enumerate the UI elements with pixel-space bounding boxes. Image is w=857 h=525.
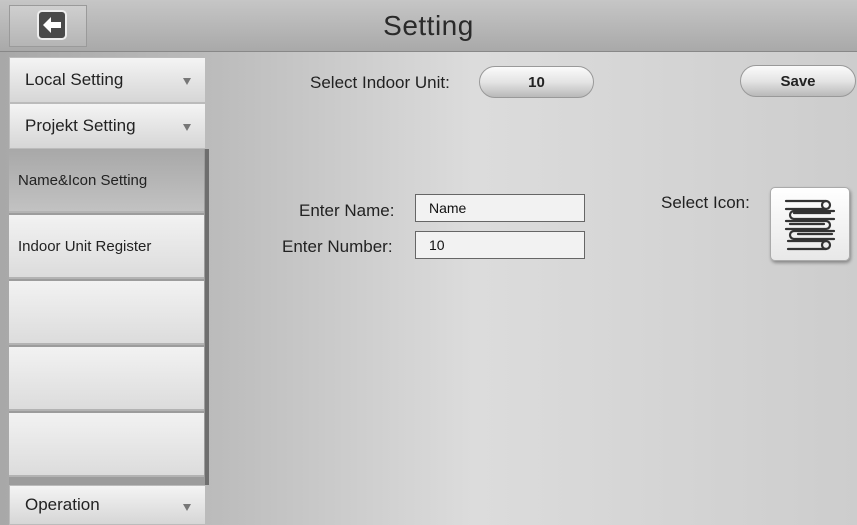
books-stack-icon: [784, 199, 836, 251]
operation-label: Operation: [25, 495, 100, 514]
chevron-down-icon: [183, 78, 191, 85]
number-input[interactable]: 10: [415, 231, 585, 259]
save-button-label: Save: [780, 72, 816, 90]
projekt-setting-label: Projekt Setting: [25, 116, 136, 135]
indoor-unit-selector[interactable]: 10: [479, 66, 594, 98]
back-button[interactable]: [9, 5, 87, 47]
indoor-unit-value: 10: [528, 73, 545, 91]
projekt-setting-dropdown[interactable]: Projekt Setting: [9, 103, 206, 149]
name-input-value: Name: [429, 200, 467, 216]
title-bar: Setting: [0, 0, 857, 52]
projekt-setting-submenu: Name&Icon Setting Indoor Unit Register: [9, 149, 209, 485]
sub-item-empty-1[interactable]: [9, 281, 204, 345]
chevron-down-icon: [183, 504, 191, 511]
save-button[interactable]: Save: [740, 65, 856, 97]
name-input[interactable]: Name: [415, 194, 585, 222]
chevron-down-icon: [183, 124, 191, 131]
enter-name-label: Enter Name:: [299, 201, 395, 220]
local-setting-label: Local Setting: [25, 70, 124, 89]
main-content: Select Indoor Unit: 10 Save Enter Name: …: [218, 52, 857, 525]
number-input-value: 10: [429, 237, 445, 253]
sub-item-empty-2[interactable]: [9, 347, 204, 411]
enter-number-label: Enter Number:: [282, 237, 393, 256]
back-arrow-icon: [37, 10, 67, 40]
operation-dropdown[interactable]: Operation: [9, 485, 206, 525]
sub-item-label: Indoor Unit Register: [18, 237, 152, 255]
page-title: Setting: [383, 9, 474, 41]
select-icon-label: Select Icon:: [661, 193, 750, 212]
sub-item-name-icon-setting[interactable]: Name&Icon Setting: [9, 149, 204, 213]
select-indoor-unit-label: Select Indoor Unit:: [310, 73, 450, 92]
sub-item-label: Name&Icon Setting: [18, 171, 148, 189]
sub-item-indoor-unit-register[interactable]: Indoor Unit Register: [9, 215, 204, 279]
sidebar: Local Setting Projekt Setting Name&Icon …: [0, 52, 218, 525]
select-icon-button[interactable]: [770, 187, 850, 261]
local-setting-dropdown[interactable]: Local Setting: [9, 57, 206, 103]
sub-item-empty-3[interactable]: [9, 413, 204, 477]
